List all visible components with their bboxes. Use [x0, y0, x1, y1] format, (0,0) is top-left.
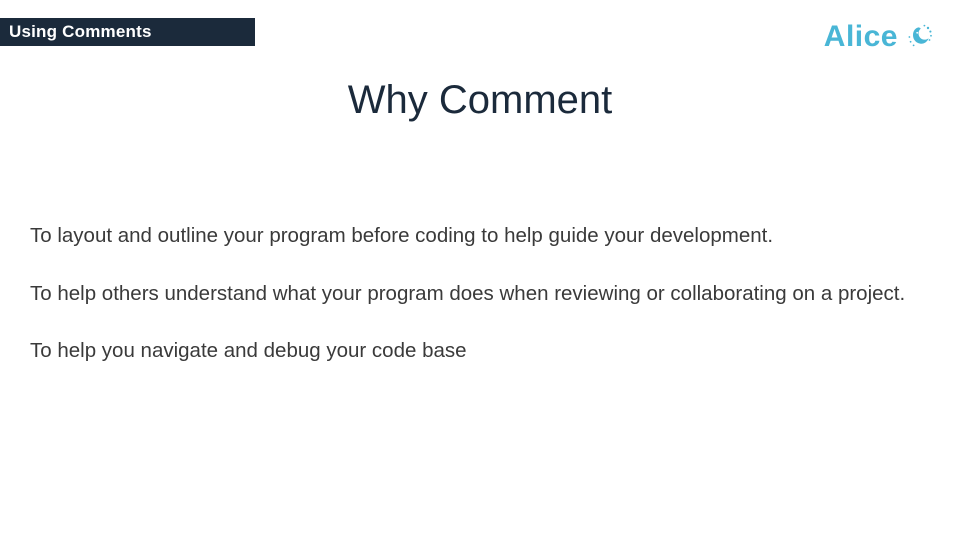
slide-body: To layout and outline your program befor…	[30, 222, 930, 395]
slide-title: Why Comment	[0, 78, 960, 123]
bullet-3: To help you navigate and debug your code…	[30, 337, 930, 365]
slide-container: Using Comments Alice Why Comment	[0, 0, 960, 540]
topic-bar: Using Comments	[0, 18, 255, 46]
topic-label: Using Comments	[9, 22, 152, 42]
brand-name: Alice	[824, 20, 898, 54]
bullet-2: To help others understand what your prog…	[30, 280, 930, 308]
bullet-1: To layout and outline your program befor…	[30, 222, 930, 250]
brand-logo: Alice	[824, 20, 934, 54]
brand-bird-icon	[904, 22, 934, 52]
